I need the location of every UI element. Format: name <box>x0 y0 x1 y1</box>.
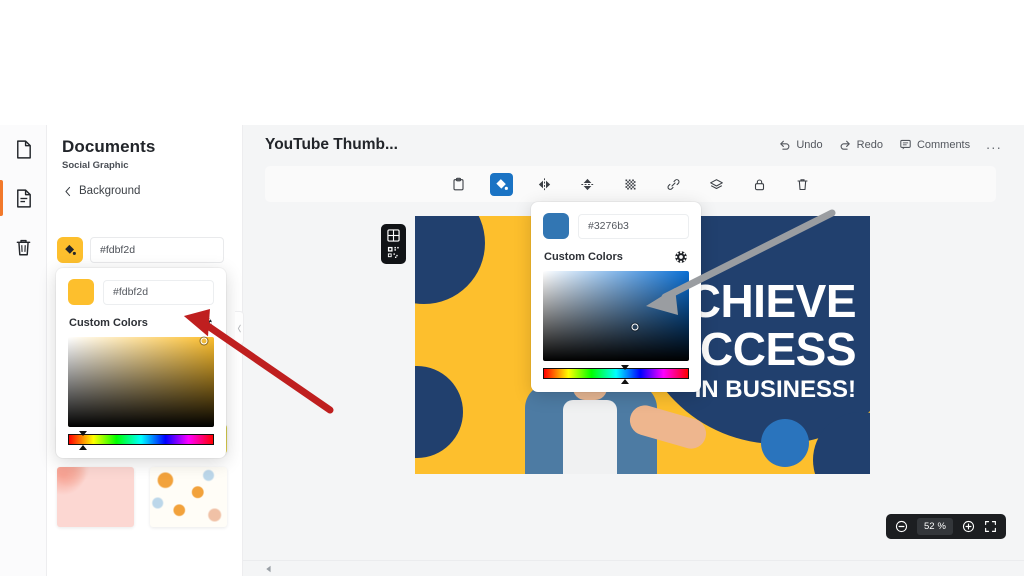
back-to-background-button[interactable]: Background <box>64 185 140 197</box>
comments-button[interactable]: Comments <box>899 138 970 151</box>
more-options-button[interactable]: ... <box>986 140 1002 148</box>
sidebar-item-documents[interactable] <box>0 174 47 223</box>
background-thumb-pink-floral[interactable] <box>57 467 134 527</box>
document-actions: Undo Redo Comments ... <box>778 138 1002 151</box>
panel-subtitle: Social Graphic <box>62 160 129 171</box>
grid-icon[interactable] <box>387 229 400 242</box>
decor-circle-navy-1 <box>415 216 485 304</box>
background-thumb-pattern[interactable] <box>150 467 227 527</box>
flip-vertical-icon[interactable] <box>576 173 599 196</box>
canvas-picker-swatch[interactable] <box>543 213 569 239</box>
trash-icon <box>13 237 34 258</box>
left-color-picker-popover: #fdbf2d Custom Colors <box>56 268 226 458</box>
comment-icon <box>899 138 912 151</box>
zoom-out-icon[interactable] <box>895 520 908 533</box>
page-icon <box>13 139 34 160</box>
left-saturation-value-area[interactable] <box>68 337 214 427</box>
layers-icon[interactable] <box>705 173 728 196</box>
redo-icon <box>839 138 852 151</box>
left-picker-hex-input[interactable]: #fdbf2d <box>103 280 214 305</box>
canvas-color-picker-popover: #3276b3 Custom Colors <box>531 202 701 392</box>
zoom-value: 52 <box>924 521 935 532</box>
scroll-left-icon[interactable] <box>265 565 273 573</box>
fill-color-row: #fdbf2d <box>57 237 224 263</box>
document-lines-icon <box>13 188 34 209</box>
decor-circle-blue-1 <box>761 419 809 467</box>
zoom-unit: % <box>938 521 946 532</box>
comments-label: Comments <box>917 139 970 151</box>
transparency-icon[interactable] <box>619 173 642 196</box>
back-label: Background <box>79 185 140 197</box>
sidebar-item-trash[interactable] <box>0 223 47 272</box>
decor-circle-navy-2 <box>415 366 463 458</box>
lock-icon[interactable] <box>748 173 771 196</box>
paint-bucket-icon <box>63 243 77 257</box>
fill-color-icon[interactable] <box>490 173 513 196</box>
context-toolbar <box>265 166 996 202</box>
canvas-picker-top-row: #3276b3 <box>531 202 701 239</box>
sidebar-item-pages[interactable] <box>0 125 47 174</box>
canvas-picker-cursor[interactable] <box>631 323 638 330</box>
zoom-value-field[interactable]: 52 % <box>917 518 953 535</box>
left-picker-custom-colors-label: Custom Colors <box>69 317 148 329</box>
undo-button[interactable]: Undo <box>778 138 822 151</box>
canvas-picker-hex-input[interactable]: #3276b3 <box>578 214 689 239</box>
left-picker-swatch[interactable] <box>68 279 94 305</box>
zoom-control: 52 % <box>886 514 1006 539</box>
color-wheel-icon[interactable] <box>199 316 213 330</box>
selection-widget[interactable] <box>381 224 406 264</box>
artwork-line-3: IN BUSINESS! <box>695 376 856 404</box>
redo-button[interactable]: Redo <box>839 138 883 151</box>
app-window: HipoWorks Technologies Pv... + <box>0 0 1024 576</box>
fill-hex-input[interactable]: #fdbf2d <box>90 237 224 263</box>
icon-rail <box>0 125 47 576</box>
panel-collapse-handle[interactable] <box>235 311 244 345</box>
fit-screen-icon[interactable] <box>984 520 997 533</box>
canvas-picker-custom-colors-label: Custom Colors <box>544 251 623 263</box>
canvas-hue-knob[interactable] <box>619 365 630 384</box>
color-wheel-icon[interactable] <box>674 250 688 264</box>
delete-icon[interactable] <box>791 173 814 196</box>
flip-horizontal-icon[interactable] <box>533 173 556 196</box>
undo-label: Undo <box>796 139 822 151</box>
canvas-picker-header: Custom Colors <box>531 239 701 271</box>
qr-code-icon[interactable] <box>387 246 400 259</box>
zoom-in-icon[interactable] <box>962 520 975 533</box>
link-icon[interactable] <box>662 173 685 196</box>
left-hue-knob[interactable] <box>78 431 89 450</box>
chevron-left-icon <box>64 186 72 197</box>
document-title: YouTube Thumb... <box>265 136 398 154</box>
left-picker-top-row: #fdbf2d <box>56 268 226 305</box>
horizontal-scrollbar[interactable] <box>243 560 1024 576</box>
undo-icon <box>778 138 791 151</box>
fill-color-swatch[interactable] <box>57 237 83 263</box>
page-title: Documents <box>62 137 155 157</box>
canvas-hue-slider[interactable] <box>543 368 689 379</box>
top-bar <box>0 75 1024 125</box>
left-picker-cursor[interactable] <box>200 337 207 344</box>
canvas-saturation-value-area[interactable] <box>543 271 689 361</box>
left-hue-slider[interactable] <box>68 434 214 445</box>
left-picker-header: Custom Colors <box>56 305 226 337</box>
paste-icon[interactable] <box>447 173 470 196</box>
redo-label: Redo <box>857 139 883 151</box>
